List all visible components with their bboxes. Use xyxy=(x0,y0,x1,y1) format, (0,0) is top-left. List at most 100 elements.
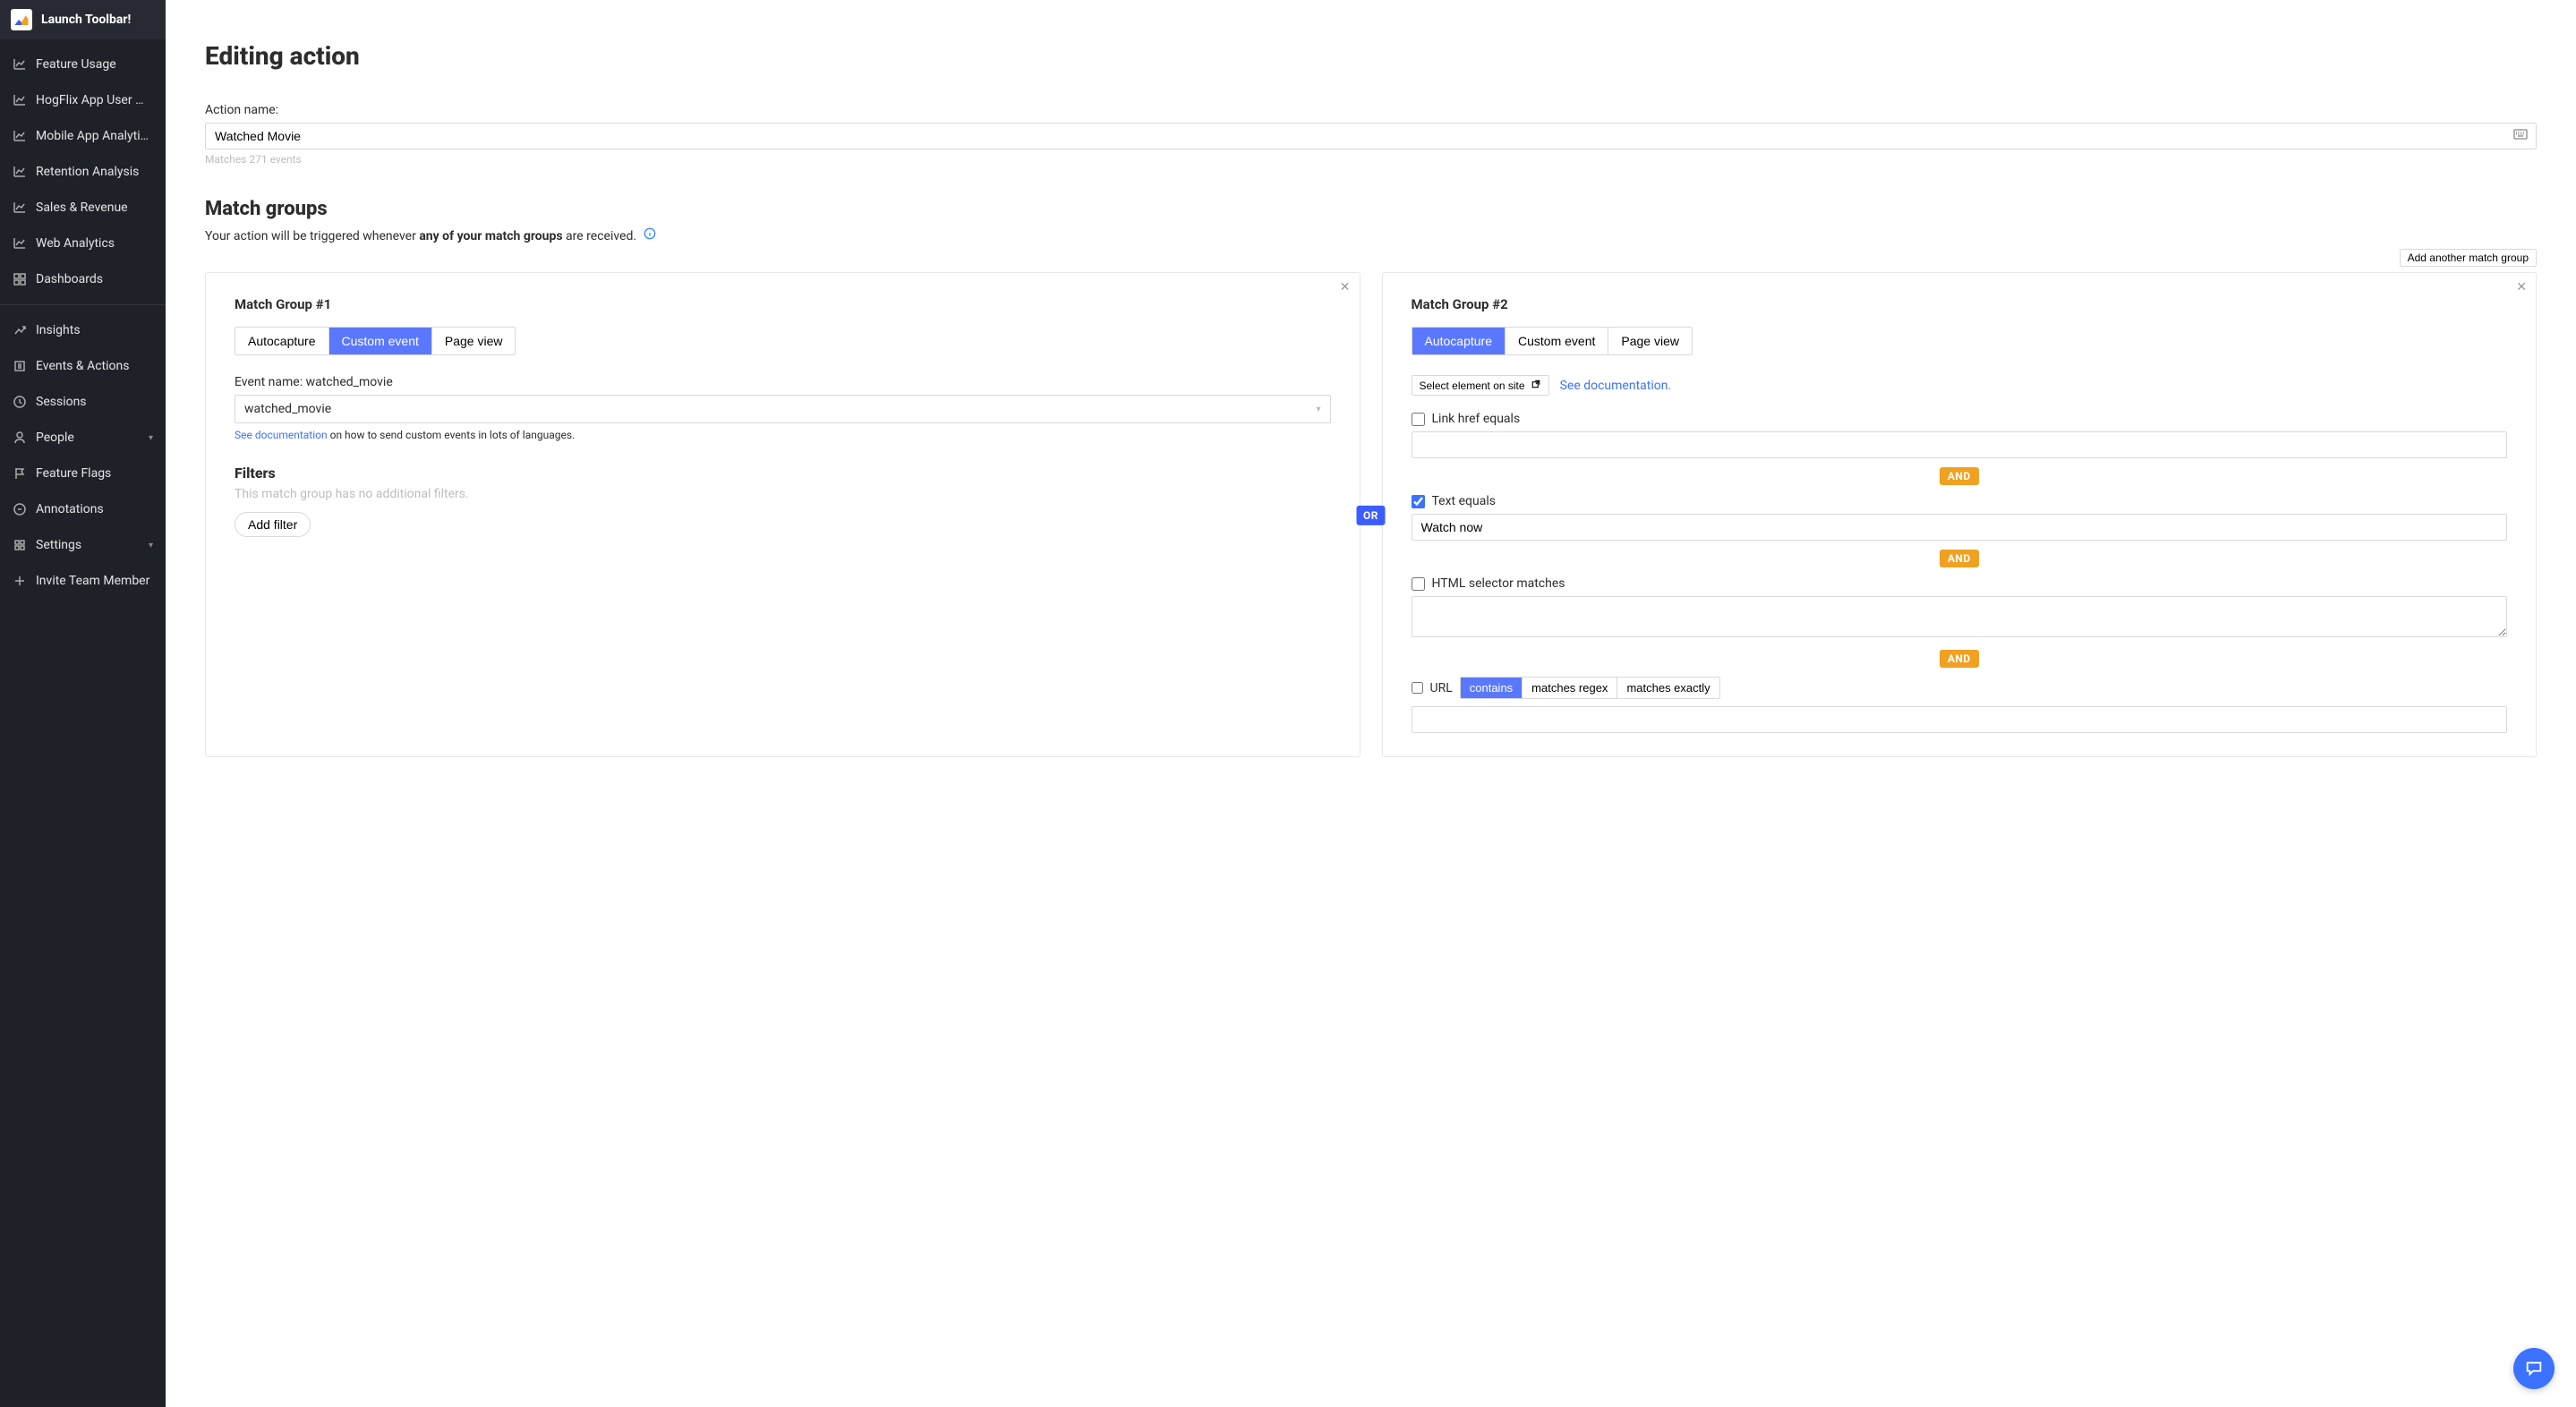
tab-custom-event[interactable]: Custom event xyxy=(1506,328,1608,354)
select-element-label: Select element on site xyxy=(1420,379,1525,392)
external-icon xyxy=(1531,379,1541,392)
url-label: URL xyxy=(1430,681,1453,695)
url-regex-option[interactable]: matches regex xyxy=(1523,678,1617,698)
text-equals-checkbox[interactable] xyxy=(1412,495,1425,508)
match-group-2-title: Match Group #2 xyxy=(1412,296,2508,312)
chart-icon xyxy=(13,236,27,251)
link-href-input[interactable] xyxy=(1412,431,2508,458)
sidebar-item-dashboards[interactable]: Dashboards xyxy=(0,261,166,297)
info-icon[interactable] xyxy=(644,227,656,243)
group2-type-segment: Autocapture Custom event Page view xyxy=(1412,327,1693,355)
keyboard-icon xyxy=(2513,128,2528,144)
selector-input[interactable] xyxy=(1412,596,2508,637)
gear-icon xyxy=(13,538,27,552)
custom-event-doc-line: See documentation on how to send custom … xyxy=(235,429,1331,441)
and-badge: AND xyxy=(1940,650,1979,668)
tab-page-view[interactable]: Page view xyxy=(1608,328,1692,354)
url-match-segment: contains matches regex matches exactly xyxy=(1460,677,1720,699)
event-name-select[interactable]: watched_movie ▾ xyxy=(235,395,1331,423)
sidebar-item-people[interactable]: People ▾ xyxy=(0,420,166,456)
chart-icon xyxy=(13,165,27,179)
tab-autocapture[interactable]: Autocapture xyxy=(235,328,329,354)
link-href-checkbox[interactable] xyxy=(1412,413,1425,426)
action-name-input[interactable] xyxy=(205,123,2537,149)
match-group-1: ✕ Match Group #1 Autocapture Custom even… xyxy=(205,272,1361,757)
and-badge: AND xyxy=(1940,467,1979,485)
see-documentation-link[interactable]: See documentation. xyxy=(1560,379,1672,393)
add-match-group-button[interactable]: Add another match group xyxy=(2400,249,2537,267)
sidebar-item-retention[interactable]: Retention Analysis xyxy=(0,154,166,190)
link-href-label: Link href equals xyxy=(1432,412,1521,426)
sidebar-item-label: Feature Usage xyxy=(36,57,153,72)
sidebar-item-label: People xyxy=(36,431,140,445)
sidebar-item-insights[interactable]: Insights xyxy=(0,312,166,348)
sidebar-item-label: HogFlix App User … xyxy=(36,93,153,107)
sidebar-pinned-section: Feature Usage HogFlix App User … Mobile … xyxy=(0,39,166,304)
sidebar-item-label: Sales & Revenue xyxy=(36,200,153,215)
filters-heading: Filters xyxy=(235,465,1331,482)
or-badge: OR xyxy=(1356,506,1386,525)
sidebar-item-settings[interactable]: Settings ▾ xyxy=(0,527,166,563)
sidebar-item-sales[interactable]: Sales & Revenue xyxy=(0,190,166,226)
main-content: Editing action Action name: Matches 271 … xyxy=(166,0,2576,1407)
sidebar-item-label: Sessions xyxy=(36,395,153,409)
sidebar-item-hogflix[interactable]: HogFlix App User … xyxy=(0,82,166,118)
sidebar-item-label: Settings xyxy=(36,538,140,552)
insights-icon xyxy=(13,323,27,337)
annotation-icon xyxy=(13,502,27,516)
select-element-button[interactable]: Select element on site xyxy=(1412,375,1549,396)
page-title: Editing action xyxy=(205,41,2537,71)
sidebar-item-label: Events & Actions xyxy=(36,359,153,373)
sidebar-item-label: Retention Analysis xyxy=(36,165,153,179)
url-checkbox[interactable] xyxy=(1412,682,1423,694)
sidebar-item-web-analytics[interactable]: Web Analytics xyxy=(0,226,166,261)
tab-autocapture[interactable]: Autocapture xyxy=(1412,328,1506,354)
selector-checkbox[interactable] xyxy=(1412,577,1425,591)
sidebar-item-mobile-analytics[interactable]: Mobile App Analyti… xyxy=(0,118,166,154)
sidebar-item-invite[interactable]: Invite Team Member xyxy=(0,563,166,599)
flag-icon xyxy=(13,466,27,481)
sidebar-item-sessions[interactable]: Sessions xyxy=(0,384,166,420)
tab-page-view[interactable]: Page view xyxy=(432,328,516,354)
text-equals-input[interactable] xyxy=(1412,514,2508,541)
sidebar-item-events-actions[interactable]: Events & Actions xyxy=(0,348,166,384)
sidebar-item-label: Annotations xyxy=(36,502,153,516)
events-icon xyxy=(13,359,27,373)
add-filter-button[interactable]: Add filter xyxy=(235,512,311,537)
chart-icon xyxy=(13,129,27,143)
chevron-down-icon: ▾ xyxy=(1316,405,1320,414)
sidebar-item-feature-usage[interactable]: Feature Usage xyxy=(0,47,166,82)
match-group-2: ✕ Match Group #2 Autocapture Custom even… xyxy=(1382,272,2538,757)
chat-icon xyxy=(2524,1359,2544,1378)
sidebar-item-label: Invite Team Member xyxy=(36,574,153,588)
see-documentation-link[interactable]: See documentation xyxy=(235,429,328,441)
url-input[interactable] xyxy=(1412,706,2508,733)
plus-icon xyxy=(13,574,27,588)
event-name-label: Event name: watched_movie xyxy=(235,375,1331,389)
tab-custom-event[interactable]: Custom event xyxy=(329,328,432,354)
close-icon[interactable]: ✕ xyxy=(2516,280,2527,294)
url-contains-option[interactable]: contains xyxy=(1461,678,1523,698)
chevron-down-icon: ▾ xyxy=(149,433,153,443)
launch-toolbar-label: Launch Toolbar! xyxy=(41,13,131,27)
sidebar-item-label: Mobile App Analyti… xyxy=(36,129,153,143)
chart-icon xyxy=(13,200,27,215)
match-groups-subtitle: Your action will be triggered whenever a… xyxy=(205,227,2537,243)
sidebar-item-feature-flags[interactable]: Feature Flags xyxy=(0,456,166,491)
sidebar-item-label: Web Analytics xyxy=(36,236,153,251)
sidebar-item-annotations[interactable]: Annotations xyxy=(0,491,166,527)
selector-label: HTML selector matches xyxy=(1432,576,1565,591)
chart-icon xyxy=(13,57,27,72)
launch-toolbar-button[interactable]: Launch Toolbar! xyxy=(0,0,166,39)
match-group-1-title: Match Group #1 xyxy=(235,296,1331,312)
dashboard-icon xyxy=(13,272,27,286)
close-icon[interactable]: ✕ xyxy=(1340,280,1351,294)
matches-hint: Matches 271 events xyxy=(205,153,2537,166)
sidebar-item-label: Insights xyxy=(36,323,153,337)
sidebar-nav-section: Insights Events & Actions Sessions Peopl… xyxy=(0,305,166,606)
url-exact-option[interactable]: matches exactly xyxy=(1617,678,1719,698)
match-groups-heading: Match groups xyxy=(205,198,2537,220)
chat-fab[interactable] xyxy=(2513,1348,2555,1389)
no-filters-text: This match group has no additional filte… xyxy=(235,487,1331,501)
sidebar-item-label: Feature Flags xyxy=(36,466,153,481)
